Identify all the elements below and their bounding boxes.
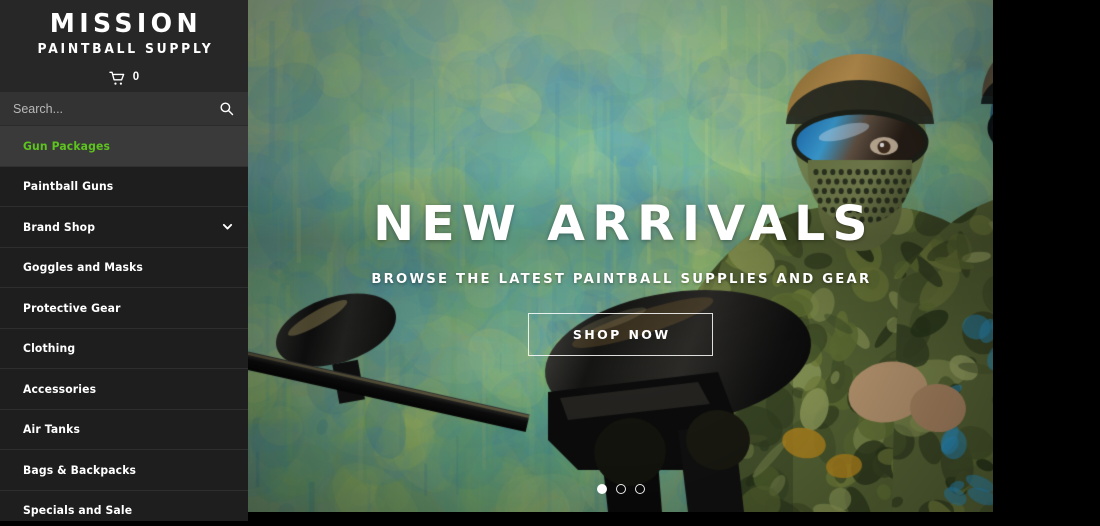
carousel-dot-1[interactable] [596, 484, 607, 494]
sidebar-item-paintball-guns[interactable]: Paintball Guns [0, 166, 248, 207]
sidebar-item-label: Specials and Sale [23, 503, 133, 518]
sidebar-item-label: Brand Shop [23, 219, 96, 234]
sidebar-item-label: Gun Packages [23, 138, 111, 153]
sidebar-item-label: Goggles and Masks [23, 260, 144, 275]
page-background-bottom [0, 521, 1100, 526]
sidebar-item-brand-shop[interactable]: Brand Shop [0, 207, 248, 248]
logo-line-primary: MISSION [50, 8, 203, 39]
sidebar: MISSION PAINTBALL SUPPLY 0 Search... Gun… [0, 0, 248, 521]
sidebar-item-protective-gear[interactable]: Protective Gear [0, 288, 248, 329]
page-background-right [993, 0, 1100, 526]
storefront-page: MISSION PAINTBALL SUPPLY 0 Search... Gun… [0, 0, 1100, 526]
search-bar[interactable] [0, 92, 248, 126]
shopping-cart-icon [109, 71, 126, 86]
sidebar-item-label: Protective Gear [23, 300, 121, 315]
sidebar-item-accessories[interactable]: Accessories [0, 369, 248, 410]
logo-line-secondary: PAINTBALL SUPPLY [37, 41, 214, 57]
carousel-dot-3[interactable] [634, 484, 645, 494]
sidebar-item-air-tanks[interactable]: Air Tanks [0, 409, 248, 450]
search-icon[interactable] [219, 101, 234, 116]
search-input[interactable] [13, 101, 219, 116]
shop-now-button[interactable]: SHOP NOW [528, 312, 713, 356]
sidebar-item-label: Accessories [23, 381, 97, 396]
carousel-dot-2[interactable] [615, 484, 626, 494]
sidebar-item-label: Bags & Backpacks [23, 462, 137, 477]
sidebar-item-clothing[interactable]: Clothing [0, 328, 248, 369]
sidebar-item-label: Paintball Guns [23, 179, 114, 194]
carousel-dots [248, 484, 993, 494]
sidebar-nav: Gun Packages Paintball Guns Brand Shop G… [0, 126, 248, 521]
sidebar-item-specials-and-sale[interactable]: Specials and Sale [0, 490, 248, 521]
chevron-down-icon[interactable] [221, 220, 234, 233]
cart-item-count: 0 [132, 71, 140, 84]
sidebar-item-label: Air Tanks [23, 422, 81, 437]
sidebar-item-gun-packages[interactable]: Gun Packages [0, 126, 248, 167]
cart-widget[interactable]: 0 [0, 64, 248, 92]
sidebar-item-bags-and-backpacks[interactable]: Bags & Backpacks [0, 450, 248, 491]
sidebar-item-goggles-and-masks[interactable]: Goggles and Masks [0, 247, 248, 288]
site-logo[interactable]: MISSION PAINTBALL SUPPLY [0, 0, 248, 64]
hero-banner-image [248, 0, 993, 512]
sidebar-item-label: Clothing [23, 341, 76, 356]
hero-carousel: NEW ARRIVALS BROWSE THE LATEST PAINTBALL… [248, 0, 993, 512]
